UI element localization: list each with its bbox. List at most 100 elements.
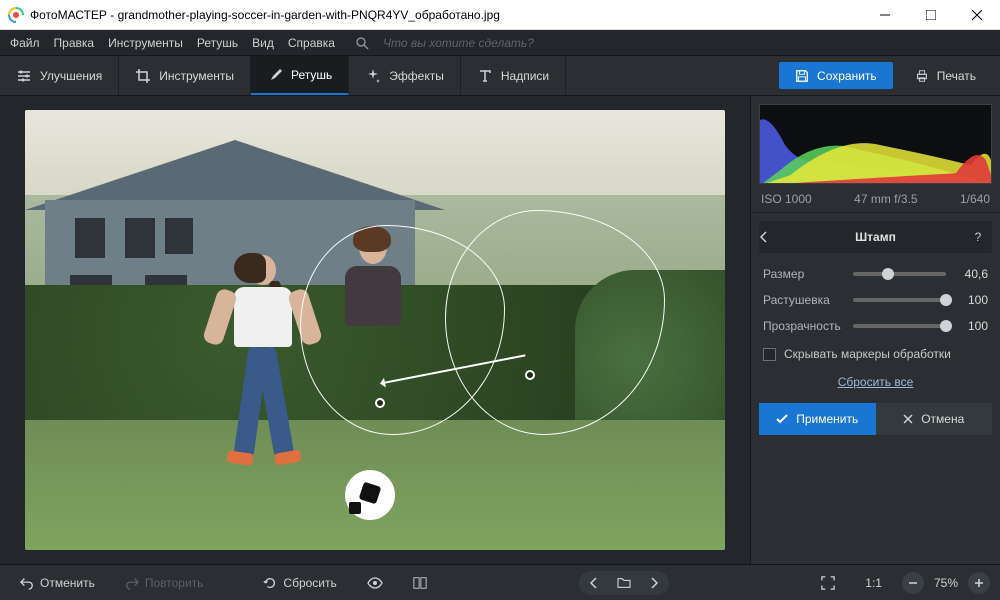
file-nav-group — [579, 571, 669, 595]
print-icon — [915, 69, 929, 83]
tab-tools[interactable]: Инструменты — [119, 56, 251, 95]
fit-screen-button[interactable] — [811, 572, 845, 594]
tab-effects[interactable]: Эффекты — [349, 56, 461, 95]
tab-effects-label: Эффекты — [389, 69, 444, 83]
redo-label: Повторить — [145, 576, 204, 590]
exif-shutter: 1/640 — [960, 192, 990, 206]
reset-button[interactable]: Сбросить — [253, 572, 346, 594]
sliders-icon — [16, 68, 32, 84]
close-icon — [903, 414, 913, 424]
main-toolbar: Улучшения Инструменты Ретушь Эффекты Над… — [0, 56, 1000, 96]
feather-value: 100 — [954, 293, 988, 307]
window-close-button[interactable] — [954, 0, 1000, 30]
tab-tools-label: Инструменты — [159, 69, 234, 83]
fit-icon — [821, 576, 835, 590]
menu-retouch[interactable]: Ретушь — [197, 36, 238, 50]
plus-icon — [974, 578, 984, 588]
folder-icon — [617, 577, 631, 589]
actual-size-button[interactable]: 1:1 — [855, 572, 892, 594]
menu-edit[interactable]: Правка — [54, 36, 95, 50]
check-icon — [776, 413, 788, 425]
panel-title: Штамп — [787, 230, 964, 244]
exif-lens: 47 mm f/3.5 — [854, 192, 917, 206]
sparkle-icon — [365, 68, 381, 84]
reset-all-link[interactable]: Сбросить все — [751, 369, 1000, 395]
hide-markers-label: Скрывать маркеры обработки — [784, 347, 951, 361]
text-icon — [477, 68, 493, 84]
tab-text[interactable]: Надписи — [461, 56, 566, 95]
exif-readout: ISO 1000 47 mm f/3.5 1/640 — [751, 192, 1000, 213]
redo-icon — [125, 576, 139, 590]
prev-file-button[interactable] — [579, 571, 609, 595]
window-minimize-button[interactable] — [862, 0, 908, 30]
zoom-out-button[interactable] — [902, 572, 924, 594]
opacity-value: 100 — [954, 319, 988, 333]
preview-toggle-button[interactable] — [357, 572, 393, 594]
search-input[interactable]: Что вы хотите сделать? — [383, 36, 534, 50]
opacity-label: Прозрачность — [763, 319, 845, 333]
save-button-label: Сохранить — [817, 69, 877, 83]
size-slider[interactable] — [853, 272, 946, 276]
image-canvas[interactable] — [0, 96, 750, 564]
histogram[interactable] — [759, 104, 992, 184]
cancel-button-label: Отмена — [921, 412, 964, 426]
reset-icon — [263, 576, 277, 590]
zoom-in-button[interactable] — [968, 572, 990, 594]
edited-photo — [25, 110, 725, 550]
footer-bar: Отменить Повторить Сбросить 1:1 75% — [0, 564, 1000, 600]
undo-icon — [20, 576, 34, 590]
save-button[interactable]: Сохранить — [779, 62, 893, 89]
exif-iso: ISO 1000 — [761, 192, 812, 206]
redo-button[interactable]: Повторить — [115, 572, 214, 594]
print-button-label: Печать — [937, 69, 976, 83]
opacity-slider[interactable] — [853, 324, 946, 328]
panel-help-button[interactable]: ? — [964, 230, 992, 244]
tab-retouch-label: Ретушь — [291, 68, 332, 82]
menu-file[interactable]: Файл — [10, 36, 40, 50]
chevron-left-icon — [759, 231, 769, 243]
tab-text-label: Надписи — [501, 69, 549, 83]
save-icon — [795, 69, 809, 83]
menu-tools[interactable]: Инструменты — [108, 36, 183, 50]
ratio-label: 1:1 — [865, 576, 882, 590]
open-file-button[interactable] — [609, 571, 639, 595]
feather-control: Растушевка 100 — [751, 287, 1000, 313]
chevron-left-icon — [590, 577, 598, 589]
reset-label: Сбросить — [283, 576, 336, 590]
zoom-value: 75% — [934, 576, 958, 590]
next-file-button[interactable] — [639, 571, 669, 595]
eye-icon — [367, 576, 383, 590]
compare-button[interactable] — [403, 572, 437, 594]
tab-enhance-label: Улучшения — [40, 69, 102, 83]
brush-icon — [267, 67, 283, 83]
apply-button-label: Применить — [796, 412, 858, 426]
size-value: 40,6 — [954, 267, 988, 281]
size-control: Размер 40,6 — [751, 261, 1000, 287]
compare-icon — [413, 576, 427, 590]
hide-markers-checkbox[interactable]: Скрывать маркеры обработки — [751, 339, 1000, 369]
panel-back-button[interactable] — [759, 231, 787, 243]
cancel-button[interactable]: Отмена — [876, 403, 993, 435]
window-titlebar: ФотоМАСТЕР - grandmother-playing-soccer-… — [0, 0, 1000, 30]
opacity-control: Прозрачность 100 — [751, 313, 1000, 339]
menu-bar: Файл Правка Инструменты Ретушь Вид Справ… — [0, 30, 1000, 56]
menu-help[interactable]: Справка — [288, 36, 335, 50]
size-label: Размер — [763, 267, 845, 281]
tab-retouch[interactable]: Ретушь — [251, 56, 349, 95]
crop-icon — [135, 68, 151, 84]
window-title: ФотоМАСТЕР - grandmother-playing-soccer-… — [30, 8, 862, 22]
minus-icon — [908, 578, 918, 588]
print-button[interactable]: Печать — [899, 62, 992, 89]
checkbox-icon — [763, 348, 776, 361]
right-panel: ISO 1000 47 mm f/3.5 1/640 Штамп ? Разме… — [750, 96, 1000, 564]
app-logo-icon — [8, 7, 24, 23]
panel-header: Штамп ? — [759, 221, 992, 253]
menu-view[interactable]: Вид — [252, 36, 274, 50]
feather-label: Растушевка — [763, 293, 845, 307]
window-maximize-button[interactable] — [908, 0, 954, 30]
feather-slider[interactable] — [853, 298, 946, 302]
search-icon — [355, 36, 369, 50]
undo-button[interactable]: Отменить — [10, 572, 105, 594]
tab-enhance[interactable]: Улучшения — [0, 56, 119, 95]
apply-button[interactable]: Применить — [759, 403, 876, 435]
